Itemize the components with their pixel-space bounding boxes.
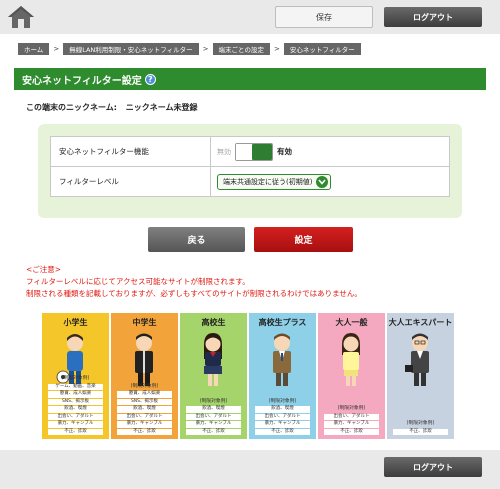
breadcrumb-current: 安心ネットフィルター — [283, 42, 361, 55]
list-item: 出会い、アダルト — [117, 413, 172, 420]
nickname-value: ニックネーム未登録 — [125, 103, 198, 112]
breadcrumb-separator: > — [273, 44, 280, 53]
list-item: SNS、掲示板 — [117, 398, 172, 405]
list-item: (制限対象例) — [61, 376, 90, 381]
list-item: 飲酒、喫煙 — [255, 406, 310, 413]
list-item: 不正、詐欺 — [186, 428, 241, 435]
restriction-list: (制限対象例) ゲーム、動画、音楽 懸賞、成人娯楽 SNS、掲示板 飲酒、喫煙 … — [48, 376, 103, 435]
list-item: 暴力、ギャンブル — [117, 421, 172, 428]
page-title-bar: 安心ネットフィルター設定 ? — [14, 68, 486, 90]
level-card-adult-general: 大人一般 (制限対象例) 出会い、アダルト 暴力、ギャンブル 不正、詐欺 — [318, 313, 385, 439]
top-bar: 保存 ログアウト — [0, 0, 500, 34]
list-item: SNS、掲示板 — [48, 398, 103, 405]
settings-table: 安心ネットフィルター機能 無効 有効 フィルターレベル 端末共通設定に従う(初期… — [50, 136, 450, 197]
list-item: (制限対象例) — [406, 421, 435, 426]
list-item: 飲酒、喫煙 — [117, 406, 172, 413]
level-title: 小学生 — [63, 318, 88, 327]
breadcrumb-home[interactable]: ホーム — [18, 42, 50, 55]
breadcrumb-wlan-restriction[interactable]: 無線LAN利用制限・安心ネットフィルター — [63, 42, 199, 55]
list-item: (制限対象例) — [130, 383, 159, 389]
high-school-plus-student-illustration — [273, 333, 291, 386]
level-card-junior-high: 中学生 (制限対象例) 懸賞、成人娯楽 SNS、掲示板 飲酒、喫煙 出会い、アダ… — [111, 313, 178, 439]
restriction-list: (制限対象例) 出会い、アダルト 暴力、ギャンブル 不正、詐欺 — [324, 406, 379, 435]
list-item: 不正、詐欺 — [255, 428, 310, 435]
apply-button[interactable]: 設定 — [254, 227, 353, 252]
filter-toggle-group: 無効 有効 — [217, 142, 449, 161]
junior-high-student-illustration — [135, 333, 153, 386]
breadcrumb-separator: > — [202, 44, 209, 53]
restriction-list: (制限対象例) 飲酒、喫煙 出会い、アダルト 暴力、ギャンブル 不正、詐欺 — [255, 398, 310, 435]
breadcrumb-separator: > — [53, 44, 60, 53]
level-card-high-school: 高校生 (制限対象例) 飲酒、喫煙 出会い、アダルト 暴力、ギャンブル 不正、詐… — [180, 313, 247, 439]
bottom-bar: ログアウト — [0, 450, 500, 489]
home-icon[interactable] — [6, 4, 36, 30]
filter-toggle[interactable] — [235, 142, 273, 161]
level-title: 中学生 — [132, 318, 157, 327]
breadcrumb: ホーム > 無線LAN利用制限・安心ネットフィルター > 端末ごとの設定 > 安… — [18, 42, 361, 55]
list-item: 出会い、アダルト — [255, 413, 310, 420]
list-item: 不正、詐欺 — [324, 428, 379, 435]
list-item: 不正、詐欺 — [393, 428, 448, 435]
filter-level-select[interactable]: 端末共通設定に従う(初期値) — [217, 173, 332, 190]
breadcrumb-device-settings[interactable]: 端末ごとの設定 — [212, 42, 270, 55]
level-title: 大人一般 — [335, 318, 368, 327]
list-item: 暴力、ギャンブル — [324, 421, 379, 428]
list-item: 暴力、ギャンブル — [48, 421, 103, 428]
list-item: (制限対象例) — [337, 406, 366, 411]
list-item: 懸賞、成人娯楽 — [48, 391, 103, 398]
level-card-high-school-plus: 高校生プラス (制限対象例) 飲酒、喫煙 出会い、アダルト 暴力、ギャンブル 不… — [249, 313, 316, 439]
list-item: 飲酒、喫煙 — [186, 406, 241, 413]
list-item: 出会い、アダルト — [186, 413, 241, 420]
restriction-list: (制限対象例) 懸賞、成人娯楽 SNS、掲示板 飲酒、喫煙 出会い、アダルト 暴… — [117, 383, 172, 435]
high-school-student-illustration — [204, 333, 222, 386]
list-item: 懸賞、成人娯楽 — [117, 391, 172, 398]
list-item: 出会い、アダルト — [324, 413, 379, 420]
notice-line-1: フィルターレベルに応じてアクセス可能なサイトが制限されます。 — [26, 277, 250, 286]
adult-general-illustration — [342, 333, 360, 386]
help-icon[interactable]: ? — [144, 73, 156, 85]
list-item: 不正、詐欺 — [117, 428, 172, 435]
page-title: 安心ネットフィルター設定 — [22, 75, 142, 87]
save-button[interactable]: 保存 — [275, 6, 373, 28]
list-item: 飲酒、喫煙 — [48, 406, 103, 413]
table-row: 安心ネットフィルター機能 無効 有効 — [50, 136, 450, 167]
nickname-label: この端末のニックネーム: — [26, 103, 117, 112]
toggle-on-label: 有効 — [277, 147, 292, 156]
nickname-row: この端末のニックネーム: ニックネーム未登録 — [26, 102, 198, 113]
table-row: フィルターレベル 端末共通設定に従う(初期値) — [50, 166, 450, 197]
adult-expert-illustration — [405, 333, 429, 386]
notice-title: <ご注意> — [26, 265, 62, 274]
filter-level-value: 端末共通設定に従う(初期値) — [223, 177, 313, 186]
list-item: 出会い、アダルト — [48, 413, 103, 420]
list-item: (制限対象例) — [199, 398, 228, 404]
toggle-knob — [252, 143, 272, 160]
level-title: 大人エキスパート — [388, 318, 453, 327]
restriction-list: (制限対象例) 飲酒、喫煙 出会い、アダルト 暴力、ギャンブル 不正、詐欺 — [186, 398, 241, 435]
list-item: 不正、詐欺 — [48, 428, 103, 435]
filter-level-label: フィルターレベル — [50, 166, 211, 197]
restriction-list: (制限対象例) 不正、詐欺 — [393, 421, 448, 435]
level-title: 高校生 — [201, 318, 226, 327]
filter-function-label: 安心ネットフィルター機能 — [50, 136, 211, 167]
filter-level-cards: 小学生 (制限対象例) ゲーム、動画、音楽 懸賞、成人娯楽 SNS、掲示板 飲酒… — [42, 313, 454, 439]
list-item: ゲーム、動画、音楽 — [48, 383, 103, 390]
list-item: (制限対象例) — [268, 398, 297, 404]
level-title: 高校生プラス — [258, 318, 307, 327]
logout-button[interactable]: ログアウト — [384, 7, 482, 27]
toggle-off-label: 無効 — [217, 147, 231, 156]
chevron-down-icon — [316, 175, 329, 188]
level-card-elementary: 小学生 (制限対象例) ゲーム、動画、音楽 懸賞、成人娯楽 SNS、掲示板 飲酒… — [42, 313, 109, 439]
notice-line-2: 制限される種類を記載しておりますが、必ずしもすべてのサイトが制限されるわけではあ… — [26, 289, 362, 298]
back-button[interactable]: 戻る — [148, 227, 245, 252]
notice: <ご注意> フィルターレベルに応じてアクセス可能なサイトが制限されます。 制限さ… — [26, 264, 362, 300]
logout-button-bottom[interactable]: ログアウト — [384, 457, 482, 477]
list-item: 暴力、ギャンブル — [255, 421, 310, 428]
level-card-adult-expert: 大人エキスパート (制限対象例) 不正、詐欺 — [387, 313, 454, 439]
list-item: 暴力、ギャンブル — [186, 421, 241, 428]
